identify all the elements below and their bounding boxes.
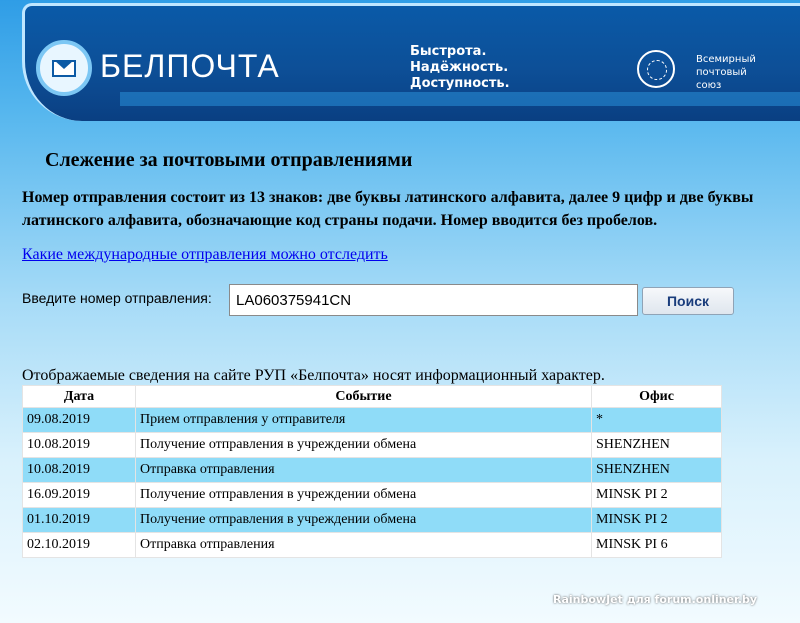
cell-event: Прием отправления у отправителя <box>135 407 592 433</box>
tracking-number-label: Введите номер отправления: <box>22 290 212 306</box>
slogan-line: Надёжность. <box>410 60 509 75</box>
cell-office: MINSK PI 6 <box>591 532 722 558</box>
tracking-number-input[interactable] <box>229 284 638 316</box>
cell-date: 09.08.2019 <box>22 407 136 433</box>
slogan-line: Быстрота. <box>410 44 487 59</box>
tracking-results-table: Дата Событие Офис 09.08.2019 Прием отпра… <box>22 385 722 558</box>
cell-office: * <box>591 407 722 433</box>
upu-line: Всемирный <box>696 54 756 65</box>
international-shipments-link[interactable]: Какие международные отправления можно от… <box>22 246 388 264</box>
cell-date: 02.10.2019 <box>22 532 136 558</box>
cell-date: 10.08.2019 <box>22 457 136 483</box>
upu-line: союз <box>696 80 722 91</box>
column-header-date: Дата <box>22 385 136 408</box>
page-title: Слежение за почтовыми отправлениями <box>45 149 413 171</box>
site-header: БЕЛПОЧТА Быстрота. Надёжность. Доступнос… <box>0 0 800 135</box>
table-row: 09.08.2019 Прием отправления у отправите… <box>22 407 722 433</box>
brand-logo-text[interactable]: БЕЛПОЧТА <box>100 48 280 85</box>
cell-event: Получение отправления в учреждении обмен… <box>135 432 592 458</box>
tracking-number-info: Номер отправления состоит из 13 знаков: … <box>22 189 754 229</box>
table-row: 01.10.2019 Получение отправления в учреж… <box>22 507 722 533</box>
globe-emblem-icon <box>637 50 675 88</box>
cell-office: MINSK PI 2 <box>591 482 722 508</box>
logo-emblem[interactable] <box>36 40 92 96</box>
header-band <box>120 92 800 106</box>
cell-event: Получение отправления в учреждении обмен… <box>135 482 592 508</box>
table-header-row: Дата Событие Офис <box>22 385 722 408</box>
slogan: Быстрота. Надёжность. Доступность. <box>410 44 510 92</box>
upu-line: почтовый <box>696 67 747 78</box>
cell-event: Отправка отправления <box>135 457 592 483</box>
table-row: 10.08.2019 Отправка отправления SHENZHEN <box>22 457 722 483</box>
cell-event: Отправка отправления <box>135 532 592 558</box>
cell-office: SHENZHEN <box>591 432 722 458</box>
column-header-event: Событие <box>135 385 592 408</box>
cell-date: 01.10.2019 <box>22 507 136 533</box>
table-row: 10.08.2019 Получение отправления в учреж… <box>22 432 722 458</box>
cell-event: Получение отправления в учреждении обмен… <box>135 507 592 533</box>
forum-watermark: RainbowJet для forum.onliner.by <box>553 593 758 606</box>
cell-office: MINSK PI 2 <box>591 507 722 533</box>
table-row: 16.09.2019 Получение отправления в учреж… <box>22 482 722 508</box>
info-disclaimer: Отображаемые сведения на сайте РУП «Белп… <box>22 367 605 384</box>
slogan-line: Доступность. <box>410 76 510 91</box>
upu-label: Всемирный почтовый союз <box>696 53 756 92</box>
cell-date: 10.08.2019 <box>22 432 136 458</box>
table-row: 02.10.2019 Отправка отправления MINSK PI… <box>22 532 722 558</box>
cell-office: SHENZHEN <box>591 457 722 483</box>
envelope-icon <box>52 60 76 77</box>
cell-date: 16.09.2019 <box>22 482 136 508</box>
search-button[interactable]: Поиск <box>642 287 734 315</box>
column-header-office: Офис <box>591 385 722 408</box>
